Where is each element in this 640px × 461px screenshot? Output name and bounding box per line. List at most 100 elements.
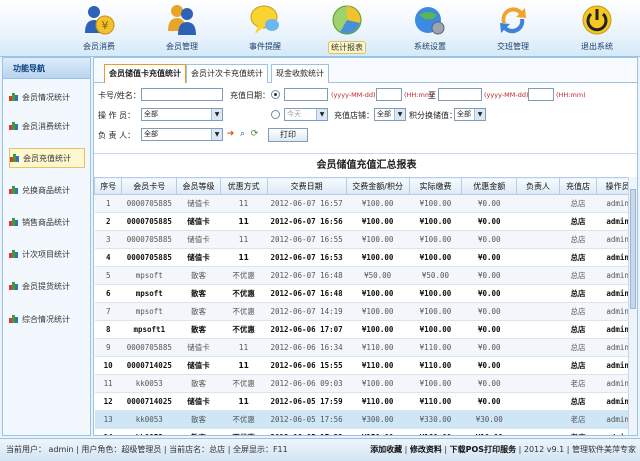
table-cell-amount: ¥100.00 — [346, 194, 410, 213]
table-cell-no: 10 — [94, 356, 122, 375]
table-row[interactable]: 4 0000705885 储值卡 11 2012-06-07 16:53 ¥100.00 ¥… — [94, 248, 637, 267]
print-button[interactable]: 打印 — [268, 128, 308, 142]
toolbar-member-consume[interactable]: ¥ 会员消费 — [68, 2, 130, 55]
table-cell-card: 0000705885 — [121, 338, 177, 357]
sidebar-item-member-status[interactable]: 会员情况统计 — [9, 88, 85, 108]
sidebar-item-member-consume[interactable]: 会员消费统计 — [9, 117, 85, 137]
table-cell-no: 7 — [94, 302, 122, 321]
edit-info-link[interactable]: 修改资料 — [410, 445, 442, 454]
date-format-hint: (yyyy-MM-dd) — [331, 91, 376, 99]
column-header[interactable]: 充值店 — [558, 177, 598, 195]
sidebar-item-member-recharge[interactable]: 会员充值统计 — [9, 148, 85, 168]
column-header[interactable]: 序号 — [94, 177, 123, 195]
table-cell-off: ¥0.00 — [461, 320, 517, 339]
table-row[interactable]: 11 kk0053 散客 不优惠 2012-06-06 09:03 ¥100.00 ¥100… — [94, 374, 637, 393]
column-header[interactable]: 优惠方式 — [219, 177, 268, 195]
report-table: 序号 会员卡号 会员等级 优惠方式 交费日期 交费金额/积分 实际缴费 优惠金额… — [94, 177, 637, 435]
table-cell-amount: ¥100.00 — [346, 284, 410, 303]
card-name-input[interactable] — [141, 88, 223, 101]
sidebar-item-label: 销售商品统计 — [22, 218, 70, 227]
time-format-hint: (HH:mm) — [556, 91, 586, 99]
sidebar-item-exchange-goods[interactable]: 兑换商品统计 — [9, 181, 85, 201]
sidebar-item-overall[interactable]: 综合情况统计 — [9, 310, 85, 330]
table-cell-level: 储值卡 — [176, 194, 221, 213]
start-time-input[interactable] — [376, 88, 402, 101]
toolbar-statistics-report[interactable]: 统计报表 — [316, 2, 378, 55]
start-date-input[interactable] — [284, 88, 328, 101]
sidebar-item-label: 计次项目统计 — [22, 250, 70, 259]
table-cell-off: ¥0.00 — [461, 356, 517, 375]
sidebar-item-label: 会员提货统计 — [22, 282, 70, 291]
table-cell-off: ¥0.00 — [461, 302, 517, 321]
table-cell-level: 散客 — [176, 374, 221, 393]
table-row[interactable]: 7 mpsoft 散客 不优惠 2012-06-07 14:19 ¥100.00 ¥100.… — [94, 302, 637, 321]
table-cell-date: 2012-06-07 16:53 — [267, 248, 347, 267]
table-row[interactable]: 5 mpsoft 散客 不优惠 2012-06-07 16:48 ¥50.00 ¥50.00… — [94, 266, 637, 285]
table-row[interactable]: 6 mpsoft 散客 不优惠 2012-06-07 16:48 ¥100.00 ¥100.… — [94, 284, 637, 303]
table-cell-card: kk0053 — [121, 374, 177, 393]
operator-select[interactable]: 全部 — [141, 108, 223, 121]
end-date-input[interactable] — [438, 88, 482, 101]
column-header[interactable]: 交费日期 — [266, 177, 347, 195]
toolbar-label: 会员管理 — [166, 42, 198, 51]
table-cell-no: 9 — [94, 338, 122, 357]
tab-cash-collection[interactable]: 现金收款统计 — [271, 64, 329, 83]
table-row[interactable]: 14kk0053散客不优惠2012-06-05 17:22¥150.00¥160… — [94, 428, 637, 435]
table-row[interactable]: 13 kk0053 散客 不优惠 2012-06-05 17:56 ¥300.00 ¥330… — [94, 410, 637, 429]
add-favorite-link[interactable]: 添加收藏 — [370, 445, 402, 454]
table-cell-manager — [516, 230, 560, 249]
table-cell-no: 11 — [94, 374, 122, 393]
table-row[interactable]: 8 mpsoft1 散客 不优惠 2012-06-06 17:07 ¥100.00 ¥100… — [94, 320, 637, 339]
table-cell-level: 散客 — [176, 428, 221, 435]
table-cell-no: 2 — [94, 212, 122, 231]
toolbar-exit-system[interactable]: 退出系统 — [566, 2, 628, 55]
column-header[interactable]: 优惠金额 — [461, 177, 518, 195]
column-header[interactable]: 会员等级 — [176, 177, 221, 195]
table-cell-discount: 不优惠 — [220, 302, 267, 321]
table-cell-paid: ¥50.00 — [409, 266, 462, 285]
custom-date-radio[interactable] — [271, 90, 280, 99]
table-cell-paid: ¥100.00 — [409, 230, 462, 249]
table-row[interactable]: 9 0000705885 储值卡 11 2012-06-06 16:34 ¥110.00 ¥… — [94, 338, 637, 357]
toolbar-label: 系统设置 — [414, 42, 446, 51]
store-select[interactable]: 全部 — [374, 108, 406, 121]
sidebar-item-label: 会员情况统计 — [22, 93, 70, 102]
tab-stored-value-recharge[interactable]: 会员储值卡充值统计 — [104, 64, 186, 83]
download-pos-link[interactable]: 下载POS打印服务 — [450, 445, 516, 454]
table-cell-amount: ¥100.00 — [346, 230, 410, 249]
table-cell-level: 散客 — [176, 320, 221, 339]
table-row[interactable]: 2 0000705885 储值卡 11 2012-06-07 16:56 ¥100.00 ¥… — [94, 212, 637, 231]
end-time-input[interactable] — [528, 88, 554, 101]
arrow-right-icon[interactable]: ➜ — [225, 129, 236, 140]
sidebar-item-count-items[interactable]: 计次项目统计 — [9, 245, 85, 265]
sidebar-item-member-pickup[interactable]: 会员提货统计 — [9, 277, 85, 297]
table-cell-card: kk0053 — [121, 428, 177, 435]
scrollbar-thumb[interactable] — [630, 189, 636, 309]
version-text: 2012 v9.1 — [523, 445, 565, 454]
sidebar-item-sales-goods[interactable]: 销售商品统计 — [9, 213, 85, 233]
event-reminder-icon — [248, 3, 282, 37]
search-icon[interactable]: ⌕ — [237, 129, 248, 140]
refresh-icon[interactable]: ⟳ — [249, 129, 260, 140]
table-cell-discount: 11 — [220, 338, 267, 357]
table-row[interactable]: 1 0000705885 储值卡 11 2012-06-07 16:57 ¥100.00 ¥… — [94, 194, 637, 213]
table-row[interactable]: 3 0000705885 储值卡 11 2012-06-07 16:55 ¥100.00 ¥… — [94, 230, 637, 249]
table-cell-off: ¥0.00 — [461, 212, 517, 231]
table-cell-manager — [516, 410, 560, 429]
toolbar-member-manage[interactable]: 会员管理 — [151, 2, 213, 55]
toolbar-event-reminder[interactable]: 事件提醒 — [234, 2, 296, 55]
table-row[interactable]: 12 0000714025 储值卡 11 2012-06-05 17:59 ¥110.00… — [94, 392, 637, 411]
column-header[interactable]: 负责人 — [516, 177, 560, 195]
preset-date-select[interactable]: 今天 — [284, 108, 328, 121]
column-header[interactable]: 实际缴费 — [408, 177, 463, 195]
tab-count-card-recharge[interactable]: 会员计次卡充值统计 — [186, 64, 268, 83]
toolbar-system-settings[interactable]: 系统设置 — [399, 2, 461, 55]
column-header[interactable]: 会员卡号 — [121, 177, 178, 195]
points-exchange-select[interactable]: 全部 — [454, 108, 486, 121]
table-row[interactable]: 10 0000714025 储值卡 11 2012-06-06 15:55 ¥110.00… — [94, 356, 637, 375]
manager-select[interactable]: 全部 — [141, 128, 223, 141]
table-scrollbar[interactable] — [628, 177, 637, 435]
toolbar-shift-handover[interactable]: 交班管理 — [482, 2, 544, 55]
column-header[interactable]: 交费金额/积分 — [345, 177, 410, 195]
preset-date-radio[interactable] — [271, 110, 280, 119]
